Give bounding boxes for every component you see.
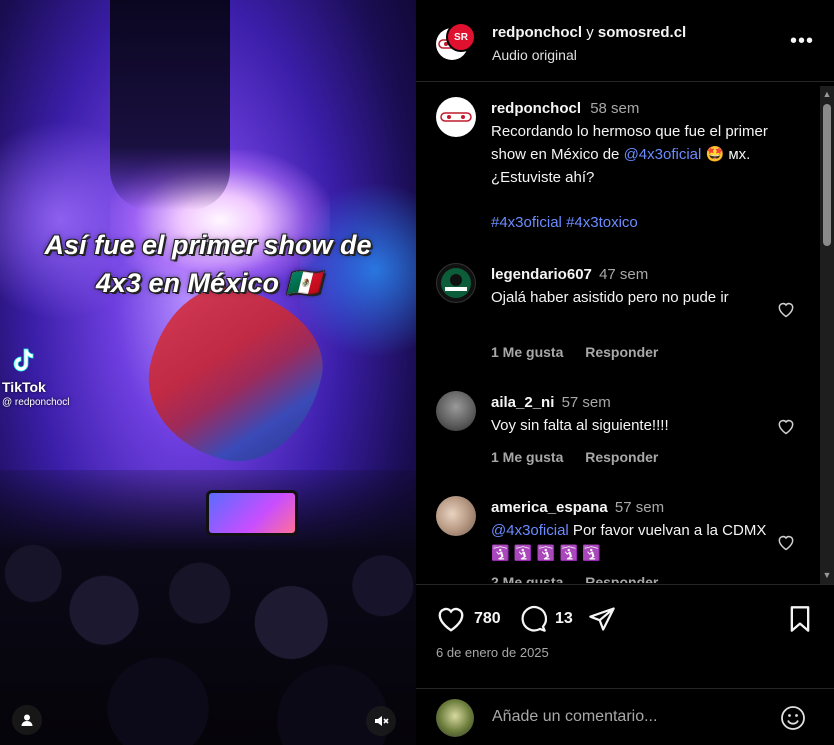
heart-icon[interactable]: [776, 416, 796, 436]
like-action[interactable]: 780: [436, 605, 501, 633]
comment-avatar[interactable]: [436, 391, 476, 431]
comment-time[interactable]: 57 sem: [615, 499, 664, 516]
comment-likes[interactable]: 2 Me gusta: [491, 574, 563, 583]
comment-meta: 2 Me gusta Responder: [491, 574, 676, 583]
post-authors: redponchocl y somosred.cl: [492, 24, 686, 41]
comment-avatar[interactable]: [436, 496, 476, 536]
comment-body: legendario607 47 sem Ojalá haber asistid…: [491, 263, 771, 309]
tiktok-username: @ redponchocl: [2, 397, 70, 408]
overlay-line-1: Así fue el primer show de: [44, 230, 372, 260]
comment-username[interactable]: america_espana: [491, 499, 608, 516]
audio-link[interactable]: Audio original: [492, 47, 577, 63]
authors-conjunction: y: [586, 24, 594, 41]
comment-likes[interactable]: 1 Me gusta: [491, 344, 563, 360]
comments-list: redponchocl 58 sem Recordando lo hermoso…: [416, 83, 834, 583]
scroll-down-arrow-icon[interactable]: ▼: [821, 569, 833, 581]
post-panel: SR redponchocl y somosred.cl Audio origi…: [416, 0, 834, 745]
comment-body: america_espana 57 sem @4x3oficial Por fa…: [491, 496, 771, 565]
coauthor-avatar[interactable]: SR: [446, 22, 476, 52]
reply-button[interactable]: Responder: [585, 574, 658, 583]
emoji-icon[interactable]: [780, 705, 806, 731]
heart-icon[interactable]: [776, 299, 796, 319]
heart-icon[interactable]: [776, 532, 796, 552]
comment-input[interactable]: Añade un comentario...: [492, 708, 657, 726]
hashtag-link[interactable]: #4x3toxico: [566, 214, 638, 231]
comment-text: Ojalá haber asistido pero no pude ir: [491, 289, 729, 306]
comment-body: aila_2_ni 57 sem Voy sin falta al siguie…: [491, 391, 771, 437]
comment-text: @4x3oficial Por favor vuelvan a la CDMX …: [491, 519, 771, 565]
comment-meta: 1 Me gusta Responder: [491, 449, 676, 465]
coauthor-link[interactable]: somosred.cl: [598, 24, 686, 41]
bookmark-icon: [790, 606, 810, 632]
caption-text: Recordando lo hermoso que fue el primer …: [491, 120, 771, 189]
comment-text: Voy sin falta al siguiente!!!!: [491, 417, 669, 434]
comment-mention[interactable]: @4x3oficial: [491, 522, 569, 539]
reply-button[interactable]: Responder: [585, 344, 658, 360]
comment-icon: [521, 606, 547, 632]
tiktok-watermark: TikTok @ redponchocl: [2, 348, 112, 410]
comment-username[interactable]: legendario607: [491, 266, 592, 283]
post-actions: 780 13 6 de enero de 2025: [416, 584, 834, 684]
tiktok-brand: TikTok: [2, 379, 46, 395]
hashtag-link[interactable]: #4x3oficial: [491, 214, 562, 231]
post-header: SR redponchocl y somosred.cl Audio origi…: [416, 0, 834, 82]
person-icon[interactable]: [12, 705, 42, 735]
caption-avatar[interactable]: [436, 97, 476, 137]
comment-count[interactable]: 13: [555, 610, 573, 628]
comment-action[interactable]: 13: [519, 605, 573, 633]
save-button[interactable]: [788, 605, 812, 633]
like-count[interactable]: 780: [474, 610, 501, 628]
overlay-line-2: 4x3 en México 🇲🇽: [95, 268, 321, 298]
comment-likes[interactable]: 1 Me gusta: [491, 449, 563, 465]
crowd-heads: [0, 500, 416, 745]
comment-time[interactable]: 47 sem: [599, 266, 648, 283]
caption-time[interactable]: 58 sem: [590, 100, 639, 117]
comment-avatar[interactable]: [436, 263, 476, 303]
muted-speaker-icon[interactable]: [366, 706, 396, 736]
stage-truss: [110, 0, 230, 210]
caption-body: redponchocl 58 sem Recordando lo hermoso…: [491, 97, 771, 234]
video-overlay-title: Así fue el primer show de 4x3 en México …: [0, 226, 416, 302]
comment-username[interactable]: aila_2_ni: [491, 394, 554, 411]
heart-icon: [438, 607, 464, 632]
reply-button[interactable]: Responder: [585, 449, 658, 465]
scrollbar-thumb[interactable]: [823, 104, 831, 246]
comment-meta: 1 Me gusta Responder: [491, 344, 676, 360]
add-comment-bar: Añade un comentario...: [416, 688, 834, 745]
scroll-up-arrow-icon[interactable]: ▲: [821, 88, 833, 100]
share-button[interactable]: [588, 605, 616, 633]
author-link[interactable]: redponchocl: [492, 24, 582, 41]
comment-time[interactable]: 57 sem: [562, 394, 611, 411]
post-date[interactable]: 6 de enero de 2025: [436, 645, 549, 660]
current-user-avatar: [436, 699, 474, 737]
send-icon: [589, 607, 615, 631]
tiktok-logo-icon: [12, 348, 112, 378]
phone-screen: [206, 490, 298, 536]
more-options-button[interactable]: •••: [790, 31, 814, 51]
caption-username[interactable]: redponchocl: [491, 100, 581, 117]
caption-mention[interactable]: @4x3oficial: [624, 146, 702, 163]
video-player[interactable]: Así fue el primer show de 4x3 en México …: [0, 0, 416, 745]
